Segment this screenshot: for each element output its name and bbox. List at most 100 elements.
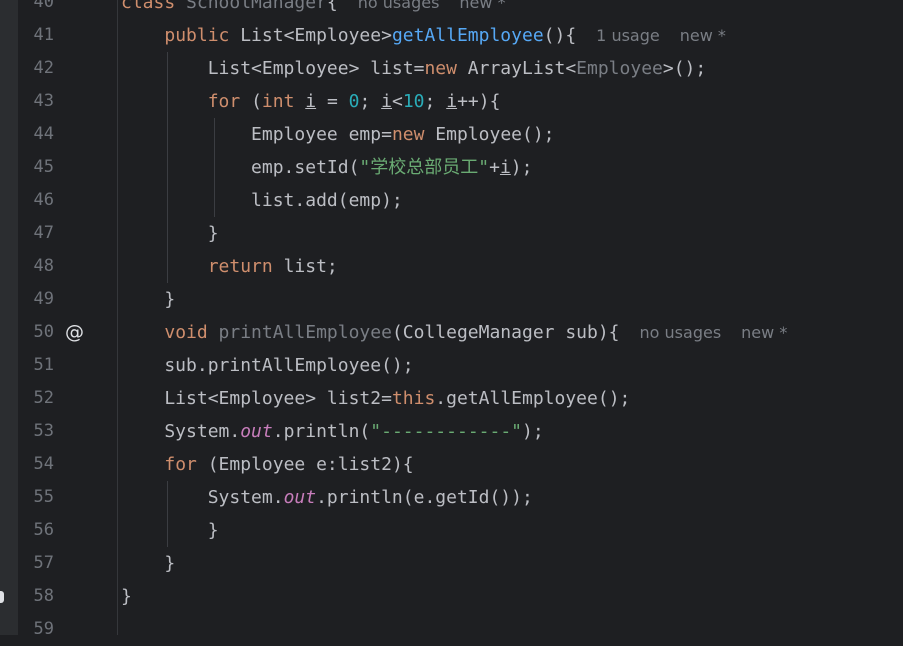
code-line[interactable]: 45 emp.setId("学校总部员工"+i);: [0, 151, 903, 184]
line-number[interactable]: 44: [18, 118, 54, 151]
line-number[interactable]: 55: [18, 481, 54, 514]
line-number[interactable]: 56: [18, 514, 54, 547]
code-text[interactable]: class SchoolManager{no usages new *: [121, 0, 506, 19]
code-text[interactable]: List<Employee> list=new ArrayList<Employ…: [121, 52, 707, 85]
code-token: void: [164, 322, 219, 343]
usages-inlay-hint[interactable]: 1 usage: [596, 26, 660, 45]
code-token: getAllEmployee: [391, 25, 544, 46]
line-number[interactable]: 48: [18, 250, 54, 283]
code-text[interactable]: }: [121, 514, 219, 547]
line-number[interactable]: 57: [18, 547, 54, 580]
code-token: +: [489, 157, 500, 178]
line-number[interactable]: 54: [18, 448, 54, 481]
code-token: Employee();: [435, 124, 555, 145]
author-inlay-hint[interactable]: new *: [741, 323, 787, 342]
code-line[interactable]: 59: [0, 613, 903, 646]
code-token: sub.printAllEmployee();: [121, 355, 414, 376]
line-number[interactable]: 59: [18, 613, 54, 646]
code-token: this: [391, 388, 436, 409]
usages-inlay-hint[interactable]: no usages: [640, 323, 722, 342]
code-text[interactable]: }: [121, 217, 219, 250]
code-text[interactable]: for (Employee e:list2){: [121, 448, 414, 481]
code-text[interactable]: }: [121, 547, 175, 580]
code-line[interactable]: 56 }: [0, 514, 903, 547]
code-token: out: [240, 421, 273, 442]
code-line[interactable]: 42 List<Employee> list=new ArrayList<Emp…: [0, 52, 903, 85]
code-token: .getAllEmployee();: [435, 388, 631, 409]
code-token: =: [316, 91, 349, 112]
code-line[interactable]: 52 List<Employee> list2=this.getAllEmplo…: [0, 382, 903, 415]
line-number[interactable]: 41: [18, 19, 54, 52]
code-token: list.add(emp);: [121, 190, 403, 211]
implemented-method-icon[interactable]: @: [65, 316, 84, 349]
code-line[interactable]: 46 list.add(emp);: [0, 184, 903, 217]
code-token: 10: [402, 91, 425, 112]
code-token: System.: [121, 487, 284, 508]
line-number[interactable]: 47: [18, 217, 54, 250]
code-line[interactable]: 43 for (int i = 0; i<10; i++){: [0, 85, 903, 118]
line-number[interactable]: 43: [18, 85, 54, 118]
code-text[interactable]: System.out.println(e.getId());: [121, 481, 533, 514]
code-line[interactable]: 47 }: [0, 217, 903, 250]
code-line[interactable]: 49 }: [0, 283, 903, 316]
line-number[interactable]: 49: [18, 283, 54, 316]
code-token: (Employee e:list2){: [207, 454, 414, 475]
line-number[interactable]: 58: [18, 580, 54, 613]
code-token: return: [207, 256, 284, 277]
code-token: List<Employee>: [240, 25, 392, 46]
code-text[interactable]: list.add(emp);: [121, 184, 403, 217]
code-text[interactable]: for (int i = 0; i<10; i++){: [121, 85, 501, 118]
code-text[interactable]: System.out.println("------------");: [121, 415, 543, 448]
code-lines[interactable]: 40 class SchoolManager{no usages new * 41 p…: [0, 0, 903, 646]
code-line[interactable]: 40 class SchoolManager{no usages new *: [0, 0, 903, 19]
code-token: }: [121, 520, 219, 541]
author-inlay-hint[interactable]: new *: [680, 26, 726, 45]
line-number[interactable]: 50: [18, 316, 54, 349]
code-token: ;: [359, 91, 382, 112]
code-token: "------------": [370, 421, 522, 442]
code-token: i: [446, 91, 458, 112]
author-inlay-hint[interactable]: new *: [459, 0, 505, 12]
code-editor[interactable]: 40 class SchoolManager{no usages new * 41 p…: [0, 0, 903, 639]
line-number[interactable]: 52: [18, 382, 54, 415]
line-number[interactable]: 40: [18, 0, 54, 19]
code-line[interactable]: 50 @ void printAllEmployee(CollegeManager…: [0, 316, 903, 349]
code-token: System.: [121, 421, 241, 442]
line-number[interactable]: 45: [18, 151, 54, 184]
code-line[interactable]: 53 System.out.println("------------");: [0, 415, 903, 448]
code-token: .println(e.getId());: [316, 487, 533, 508]
usages-inlay-hint[interactable]: no usages: [358, 0, 440, 12]
line-number[interactable]: 46: [18, 184, 54, 217]
code-token: for: [164, 454, 208, 475]
code-text[interactable]: public List<Employee>getAllEmployee(){1 …: [121, 19, 726, 52]
code-token: printAllEmployee: [218, 322, 392, 343]
code-line[interactable]: 57 }: [0, 547, 903, 580]
code-text[interactable]: Employee emp=new Employee();: [121, 118, 555, 151]
code-token: <: [392, 91, 403, 112]
code-text[interactable]: List<Employee> list2=this.getAllEmployee…: [121, 382, 630, 415]
code-line[interactable]: 41 public List<Employee>getAllEmployee()…: [0, 19, 903, 52]
code-line[interactable]: 51 sub.printAllEmployee();: [0, 349, 903, 382]
line-number[interactable]: 42: [18, 52, 54, 85]
code-text[interactable]: void printAllEmployee(CollegeManager sub…: [121, 316, 787, 349]
code-text[interactable]: sub.printAllEmployee();: [121, 349, 414, 382]
code-line[interactable]: 54 for (Employee e:list2){: [0, 448, 903, 481]
code-text[interactable]: }: [121, 580, 132, 613]
code-token: );: [510, 157, 533, 178]
code-token: SchoolManager: [186, 0, 327, 13]
code-line[interactable]: 48 return list;: [0, 250, 903, 283]
code-text[interactable]: }: [121, 283, 175, 316]
line-number[interactable]: 51: [18, 349, 54, 382]
code-text[interactable]: emp.setId("学校总部员工"+i);: [121, 151, 532, 184]
code-line[interactable]: 58}: [0, 580, 903, 613]
code-line[interactable]: 55 System.out.println(e.getId());: [0, 481, 903, 514]
code-token: (){: [543, 25, 577, 46]
code-line[interactable]: 44 Employee emp=new Employee();: [0, 118, 903, 151]
code-token: >();: [662, 58, 707, 79]
line-number[interactable]: 53: [18, 415, 54, 448]
code-text[interactable]: return list;: [121, 250, 338, 283]
code-token: .println(: [272, 421, 371, 442]
